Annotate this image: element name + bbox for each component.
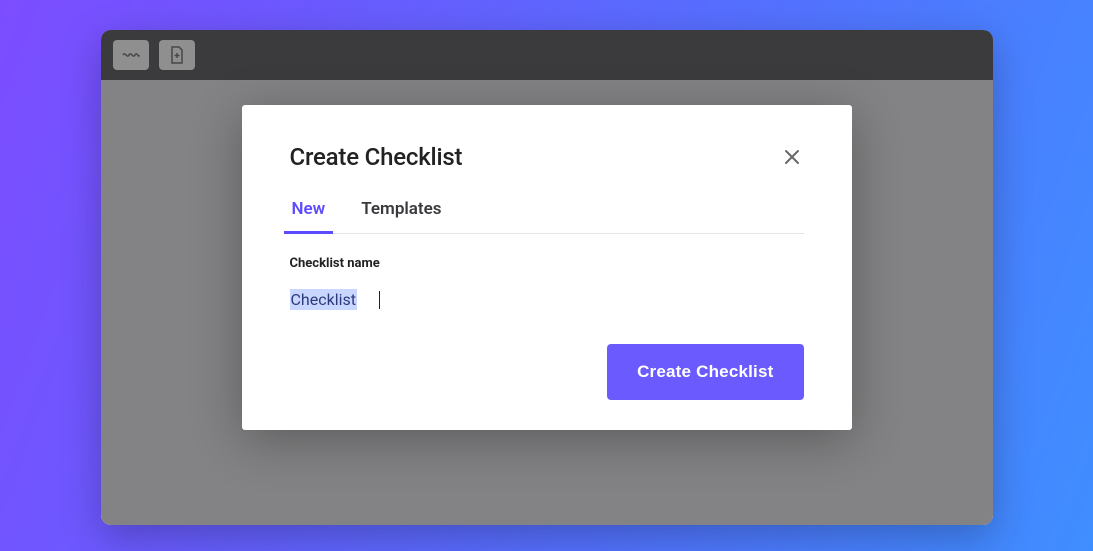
app-window: Create Checklist New Templates Checklist… — [101, 30, 993, 525]
close-icon — [783, 148, 801, 166]
checklist-name-input-wrap[interactable]: Checklist — [290, 289, 804, 310]
tab-new[interactable]: New — [290, 199, 328, 233]
checklist-name-label: Checklist name — [290, 256, 804, 271]
text-cursor-icon — [379, 291, 380, 309]
modal-tabs: New Templates — [290, 199, 804, 234]
tab-templates[interactable]: Templates — [359, 199, 443, 233]
modal-actions: Create Checklist — [290, 344, 804, 400]
modal-title: Create Checklist — [290, 143, 463, 171]
checklist-name-input[interactable]: Checklist — [290, 289, 357, 310]
create-checklist-button[interactable]: Create Checklist — [607, 344, 803, 400]
create-checklist-modal: Create Checklist New Templates Checklist… — [242, 105, 852, 430]
modal-header: Create Checklist — [290, 143, 804, 171]
close-button[interactable] — [780, 145, 804, 169]
